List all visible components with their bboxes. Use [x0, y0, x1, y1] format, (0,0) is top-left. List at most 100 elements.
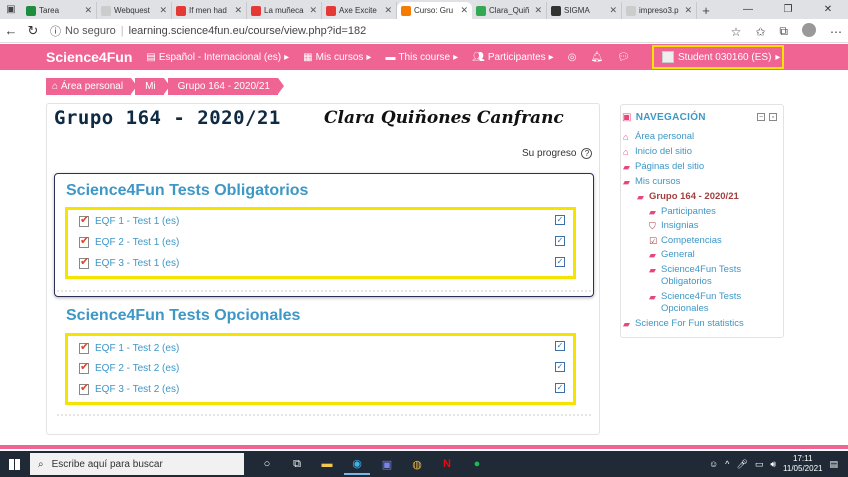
completion-checkbox-icon[interactable]: ✓: [555, 383, 565, 393]
warning-icon[interactable]: ⓘ: [50, 23, 61, 39]
nav-item-label: Science4Fun Tests Obligatorios: [661, 264, 742, 287]
spotify-icon[interactable]: ●: [464, 453, 490, 475]
task-view-icon[interactable]: ⧉: [284, 453, 310, 475]
bell-icon[interactable]: 🔔︎: [590, 52, 603, 63]
nav-item-insignias[interactable]: ⛉ Insignias: [649, 220, 699, 232]
close-icon[interactable]: ✕: [234, 5, 242, 16]
nav-item-tests-obligatorios[interactable]: ▰ Science4Fun Tests Obligatorios: [649, 264, 777, 288]
nav-item-competencias[interactable]: ☑ Competencias: [649, 235, 722, 247]
close-icon[interactable]: ✕: [384, 5, 392, 16]
new-tab-button[interactable]: +: [697, 2, 715, 19]
close-window-icon[interactable]: ✕: [808, 0, 848, 19]
url-input[interactable]: learning.science4fun.eu/course/view.php?…: [129, 25, 367, 37]
favorite-star-icon[interactable]: ☆: [731, 25, 742, 39]
close-icon[interactable]: ✕: [684, 5, 692, 16]
chat-icon[interactable]: 💬︎: [617, 52, 630, 63]
breadcrumb-item[interactable]: Grupo 164 - 2020/21: [167, 78, 285, 95]
nav-item-inicio[interactable]: ⌂ Inicio del sitio: [623, 146, 692, 158]
activity-link[interactable]: ✔ EQF 3 - Test 1 (es): [78, 256, 180, 270]
close-icon[interactable]: ✕: [159, 5, 167, 16]
minimize-icon[interactable]: —: [728, 0, 768, 19]
breadcrumb-item[interactable]: ⌂ Área personal: [46, 78, 138, 95]
activity-link[interactable]: ✔ EQF 2 - Test 1 (es): [78, 235, 179, 249]
browser-tab[interactable]: Axe Excite ✕: [322, 2, 397, 19]
windows-start-icon[interactable]: [0, 458, 28, 470]
restore-icon[interactable]: ❐: [768, 0, 808, 19]
taskbar-clock[interactable]: 17:11 11/05/2021: [783, 454, 822, 474]
cortana-icon[interactable]: ○: [254, 453, 280, 475]
activity-link[interactable]: ✔ EQF 3 - Test 2 (es): [78, 382, 179, 396]
help-icon[interactable]: ?: [581, 148, 593, 159]
people-icon[interactable]: ☺: [709, 459, 718, 469]
browser-tab[interactable]: Tarea ✕: [22, 2, 97, 19]
nav-item-statistics[interactable]: ▰ Science For Fun statistics: [623, 318, 744, 330]
nav-item-general[interactable]: ▰ General: [649, 249, 695, 261]
close-icon[interactable]: ✕: [534, 5, 542, 16]
chevron-up-icon[interactable]: ^: [725, 459, 729, 469]
completion-checkbox-icon[interactable]: ✓: [555, 236, 565, 246]
language-menu[interactable]: ▤ Español - Internacional (es) ▸: [146, 52, 289, 63]
target-icon[interactable]: ◎: [568, 52, 577, 63]
browser-tab[interactable]: SIGMA ✕: [547, 2, 622, 19]
collapse-icon[interactable]: −: [757, 113, 765, 121]
close-icon[interactable]: ✕: [460, 5, 468, 16]
completion-checkbox-icon[interactable]: ✓: [555, 215, 565, 225]
nav-item-mis-cursos[interactable]: ▰ Mis cursos: [623, 176, 680, 188]
notifications-icon[interactable]: ▤: [829, 459, 838, 470]
edge-browser-icon[interactable]: ◉: [344, 453, 370, 475]
browser-tab[interactable]: impreso3.p ✕: [622, 2, 697, 19]
completion-checkbox-icon[interactable]: ✓: [555, 362, 565, 372]
completion-checkbox-icon[interactable]: ✓: [555, 341, 565, 351]
site-brand[interactable]: Science4Fun: [46, 49, 132, 65]
this-course-menu[interactable]: ▬ This course ▸: [385, 52, 458, 63]
activity-link[interactable]: ✔ EQF 2 - Test 2 (es): [78, 361, 179, 375]
network-icon[interactable]: ▭: [755, 459, 764, 470]
dock-icon[interactable]: ▫: [769, 113, 777, 121]
activity-label: EQF 3 - Test 1 (es): [95, 258, 180, 269]
participants-menu[interactable]: 👥︎ Participantes ▸: [472, 52, 554, 63]
section-title[interactable]: Science4Fun Tests Obligatorios: [66, 182, 308, 200]
quiz-icon: ✔: [79, 382, 90, 395]
back-icon[interactable]: ←: [0, 23, 22, 38]
favorites-icon[interactable]: ✩: [755, 25, 765, 39]
close-icon[interactable]: ✕: [609, 5, 617, 16]
taskbar-search-input[interactable]: ⌕ Escribe aquí para buscar: [30, 453, 244, 475]
my-courses-menu[interactable]: ▦ Mis cursos ▸: [303, 52, 371, 63]
browser-tab[interactable]: Webquest ✕: [97, 2, 172, 19]
browser-tab-active[interactable]: Curso: Gru ✕: [397, 2, 472, 19]
nav-item-tests-opcionales[interactable]: ▰ Science4Fun Tests Opcionales: [649, 291, 777, 315]
completion-checkbox-icon[interactable]: ✓: [555, 257, 565, 267]
microphone-icon[interactable]: 🎤︎: [736, 459, 747, 470]
browser-tab[interactable]: Clara_Quiñ ✕: [472, 2, 547, 19]
home-icon: ⌂: [52, 81, 61, 92]
volume-icon[interactable]: 🔊︎: [770, 459, 776, 470]
reload-icon[interactable]: ↻: [22, 23, 44, 39]
teams-icon[interactable]: ▣: [374, 453, 400, 475]
breadcrumb-item[interactable]: Mi: [135, 78, 170, 95]
netflix-icon[interactable]: N: [434, 453, 460, 475]
sitemap-icon: ▣: [622, 112, 632, 123]
nav-item-participantes[interactable]: ▰ Participantes: [649, 206, 716, 218]
folder-icon: ▰: [637, 192, 644, 202]
browser-tab[interactable]: La muñeca ✕: [247, 2, 322, 19]
chrome-icon[interactable]: ◍: [404, 453, 430, 475]
activity-link[interactable]: ✔ EQF 1 - Test 2 (es): [78, 341, 179, 355]
section-title[interactable]: Science4Fun Tests Opcionales: [66, 307, 300, 325]
close-icon[interactable]: ✕: [309, 5, 317, 16]
collections-icon[interactable]: ⧉: [779, 24, 788, 39]
tab-title: Axe Excite: [339, 6, 377, 15]
nav-item-current-course[interactable]: ▰ Grupo 164 - 2020/21: [637, 191, 739, 203]
browser-tab[interactable]: If men had ✕: [172, 2, 247, 19]
close-icon[interactable]: ✕: [84, 5, 92, 16]
nav-item-paginas[interactable]: ▰ Páginas del sitio: [623, 161, 704, 173]
nav-item-label: Competencias: [661, 235, 722, 246]
file-explorer-icon[interactable]: ▬: [314, 453, 340, 475]
avatar: [662, 51, 674, 63]
tab-actions-icon[interactable]: ▣: [0, 0, 22, 19]
user-menu[interactable]: Student 030160 (ES) ▸: [652, 45, 784, 69]
activity-link[interactable]: ✔ EQF 1 - Test 1 (es): [78, 214, 179, 228]
insecure-label[interactable]: No seguro: [65, 25, 116, 37]
profile-avatar[interactable]: [802, 23, 816, 40]
more-menu-icon[interactable]: ⋯: [830, 25, 842, 39]
nav-item-area-personal[interactable]: ⌂ Área personal: [623, 131, 694, 143]
